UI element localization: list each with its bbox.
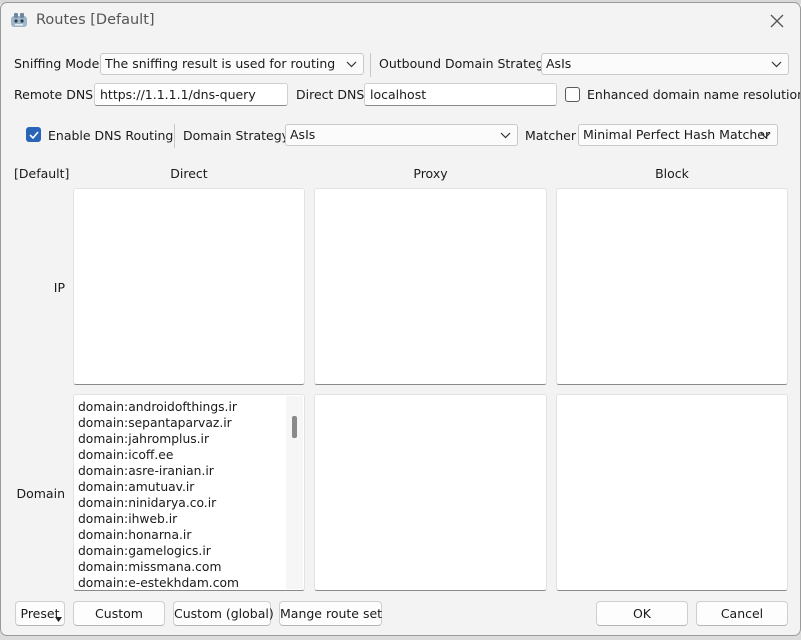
custom-button[interactable]: Custom (73, 601, 165, 626)
title-bar[interactable]: Routes [Default] (1, 3, 800, 39)
dropdown-arrow-icon (55, 617, 62, 622)
outbound-strategy-select[interactable]: AsIs (541, 53, 789, 75)
direct-dns-value: localhost (370, 87, 427, 102)
remote-dns-label: Remote DNS (14, 87, 94, 102)
app-logo-icon (10, 12, 28, 28)
domain-list-item: domain:ihweb.ir (78, 512, 178, 526)
domain-list-item: domain:amutuav.ir (78, 480, 195, 494)
chevron-down-icon (771, 61, 782, 68)
enhanced-resolution-label: Enhanced domain name resolution (587, 87, 801, 102)
vertical-scrollbar[interactable] (286, 396, 303, 589)
separator (370, 53, 371, 77)
direct-dns-field[interactable]: localhost (364, 83, 557, 106)
checkmark-icon (29, 131, 39, 140)
domain-list-item: domain:gamelogics.ir (78, 544, 211, 558)
domain-list-item: domain:honarna.ir (78, 528, 192, 542)
cancel-button[interactable]: Cancel (696, 601, 788, 626)
remote-dns-value: https://1.1.1.1/dns-query (100, 87, 256, 102)
column-header-block: Block (655, 166, 689, 181)
domain-strategy-select[interactable]: AsIs (285, 124, 518, 146)
matcher-select[interactable]: Minimal Perfect Hash Matcher (578, 124, 778, 146)
ip-proxy-textarea[interactable] (314, 188, 547, 385)
custom-global-button[interactable]: Custom (global) (173, 601, 274, 626)
chevron-down-icon (346, 61, 357, 68)
ip-block-textarea[interactable] (556, 188, 788, 385)
domain-list-item: domain:missmana.com (78, 560, 222, 574)
sniffing-mode-select[interactable]: The sniffing result is used for routing (100, 53, 364, 75)
domain-block-textarea[interactable] (556, 394, 788, 591)
ip-direct-textarea[interactable] (73, 188, 305, 385)
sniffing-mode-label: Sniffing Mode (14, 56, 100, 71)
domain-proxy-textarea[interactable] (314, 394, 547, 591)
row-label-ip: IP (53, 280, 65, 295)
domain-list-item: domain:jahromplus.ir (78, 432, 210, 446)
domain-direct-textarea[interactable]: domain:androidofthings.ir domain:sepantap… (73, 394, 305, 591)
outbound-strategy-label: Outbound Domain Strategy (379, 56, 552, 71)
domain-list-item: domain:androidofthings.ir (78, 400, 237, 414)
manage-route-set-button[interactable]: Mange route set (279, 601, 382, 626)
sniffing-mode-value: The sniffing result is used for routing (105, 56, 336, 71)
domain-list-item: domain:asre-iranian.ir (78, 464, 214, 478)
column-header-direct: Direct (170, 166, 208, 181)
preset-button[interactable]: Preset (15, 601, 65, 626)
direct-domain-list: domain:androidofthings.ir domain:sepantap… (78, 399, 239, 590)
outbound-strategy-value: AsIs (546, 56, 572, 71)
enhanced-resolution-checkbox[interactable] (565, 87, 580, 102)
chevron-down-icon (760, 132, 771, 139)
chevron-down-icon (500, 132, 511, 139)
column-header-proxy: Proxy (413, 166, 448, 181)
preset-button-label: Preset (20, 606, 60, 621)
domain-list-item: domain:sepantaparvaz.ir (78, 416, 232, 430)
matcher-label: Matcher (525, 128, 576, 143)
row-label-domain: Domain (16, 486, 65, 501)
matcher-value: Minimal Perfect Hash Matcher (583, 127, 771, 142)
domain-list-item: domain:icoff.ee (78, 448, 174, 462)
domain-strategy-label: Domain Strategy (183, 128, 290, 143)
enable-dns-routing-label: Enable DNS Routing (48, 128, 174, 143)
enable-dns-routing-checkbox[interactable] (26, 127, 41, 142)
domain-list-item: domain:e-estekhdam.com (78, 576, 239, 590)
domain-list-item: domain:ninidarya.co.ir (78, 496, 217, 510)
scrollbar-thumb[interactable] (292, 416, 297, 438)
separator (174, 124, 175, 148)
window-title: Routes [Default] (36, 12, 155, 28)
domain-strategy-value: AsIs (290, 127, 316, 142)
ok-button[interactable]: OK (596, 601, 688, 626)
routes-dialog: Routes [Default] Sniffing Mode The sniff… (0, 2, 801, 636)
close-icon[interactable] (764, 8, 790, 34)
grid-corner-label: [Default] (14, 166, 70, 181)
remote-dns-field[interactable]: https://1.1.1.1/dns-query (94, 83, 288, 106)
direct-dns-label: Direct DNS (296, 87, 365, 102)
